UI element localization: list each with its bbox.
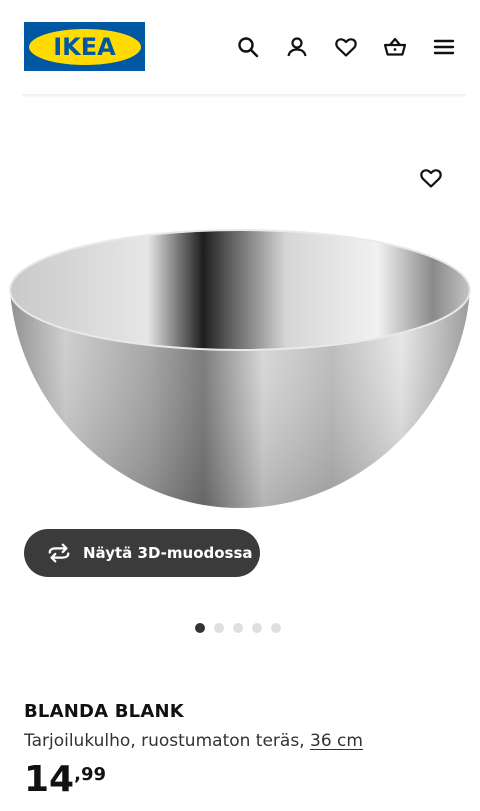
gallery-pagination — [195, 623, 281, 633]
pagination-dot[interactable] — [271, 623, 281, 633]
pagination-dot[interactable] — [195, 623, 205, 633]
view-3d-button[interactable]: Näytä 3D-muodossa — [24, 529, 260, 577]
ikea-logo[interactable]: IKEA — [24, 22, 145, 71]
header-divider — [22, 94, 466, 98]
heart-icon[interactable] — [333, 34, 359, 60]
basket-icon[interactable] — [382, 34, 408, 60]
search-icon[interactable] — [235, 34, 261, 60]
product-image-bowl — [9, 229, 471, 508]
logo-text: IKEA — [53, 32, 116, 61]
logo-oval: IKEA — [28, 28, 141, 65]
product-description-text: Tarjoilukulho, ruostumaton teräs, — [24, 731, 311, 751]
view-3d-label: Näytä 3D-muodossa — [83, 544, 253, 562]
product-description: Tarjoilukulho, ruostumaton teräs, 36 cm — [24, 731, 363, 751]
product-price: 14,99 — [24, 762, 106, 798]
pagination-dot[interactable] — [214, 623, 224, 633]
user-icon[interactable] — [284, 34, 310, 60]
menu-icon[interactable] — [431, 34, 457, 60]
site-header: IKEA — [0, 0, 480, 98]
pagination-dot[interactable] — [233, 623, 243, 633]
rotate-3d-icon — [45, 539, 73, 567]
add-to-wishlist-icon[interactable] — [418, 165, 444, 191]
product-size-link[interactable]: 36 cm — [310, 731, 363, 751]
pagination-dot[interactable] — [252, 623, 262, 633]
product-name: BLANDA BLANK — [24, 701, 184, 722]
price-integer: 14 — [24, 759, 75, 800]
price-decimal: ,99 — [74, 764, 106, 785]
